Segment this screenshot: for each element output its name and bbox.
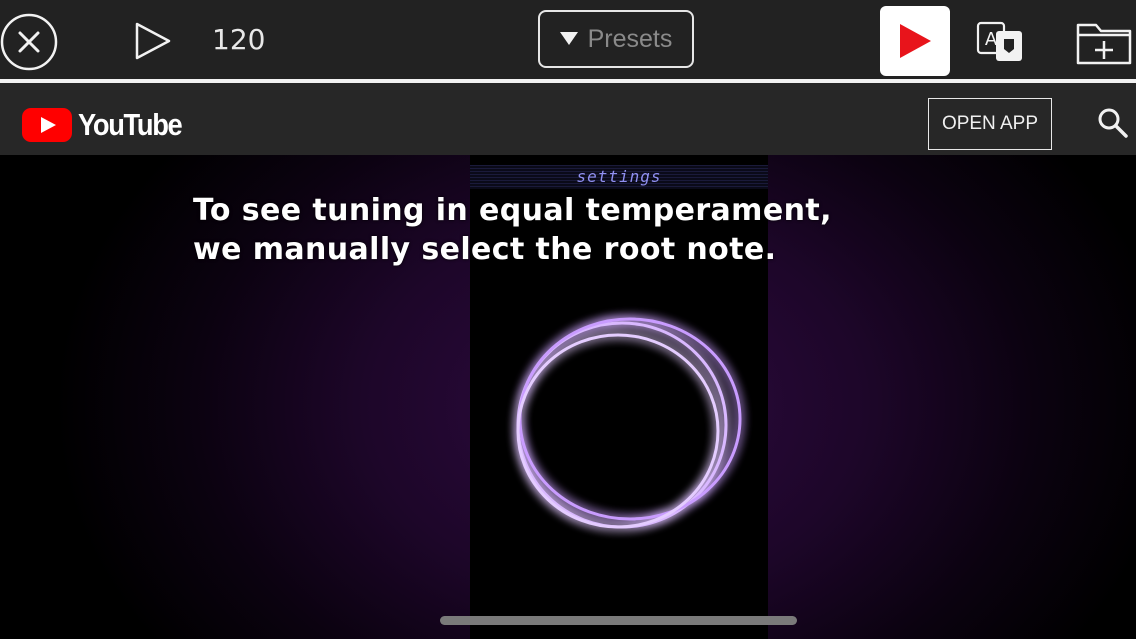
search-button[interactable]	[1094, 105, 1132, 141]
play-button[interactable]	[126, 18, 176, 64]
youtube-logo[interactable]: YouTube	[22, 107, 196, 143]
red-play-icon	[900, 24, 931, 58]
dropdown-triangle-icon	[559, 32, 578, 45]
video-caption: To see tuning in equal temperament, we m…	[193, 191, 832, 269]
youtube-wordmark: YouTube	[78, 107, 183, 142]
tempo-value[interactable]: 120	[212, 22, 292, 58]
close-icon	[0, 13, 58, 71]
youtube-header: YouTube OPEN APP	[0, 83, 1136, 155]
video-settings-label: settings	[576, 167, 662, 186]
translate-icon: A	[976, 21, 1022, 61]
youtube-toggle-button[interactable]	[880, 6, 950, 76]
translate-button[interactable]: A	[972, 14, 1032, 70]
play-icon	[135, 22, 171, 60]
close-button[interactable]	[0, 13, 58, 71]
presets-dropdown[interactable]: Presets	[538, 10, 694, 68]
app-toolbar: 120 Presets A	[0, 0, 1136, 79]
search-icon	[1098, 108, 1128, 138]
caption-line-1: To see tuning in equal temperament,	[193, 193, 832, 228]
presets-label: Presets	[587, 24, 673, 53]
open-app-button[interactable]: OPEN APP	[928, 98, 1052, 150]
new-folder-button[interactable]	[1072, 14, 1136, 70]
glowing-rings-graphic	[516, 317, 742, 529]
video-progress-bar[interactable]	[440, 616, 797, 625]
youtube-logo-icon	[22, 108, 72, 142]
folder-plus-icon	[1076, 23, 1132, 65]
video-player[interactable]: settings To see tuning in equal temperam…	[0, 155, 1136, 639]
caption-line-2: we manually select the root note.	[193, 232, 777, 267]
svg-text:A: A	[985, 29, 998, 50]
